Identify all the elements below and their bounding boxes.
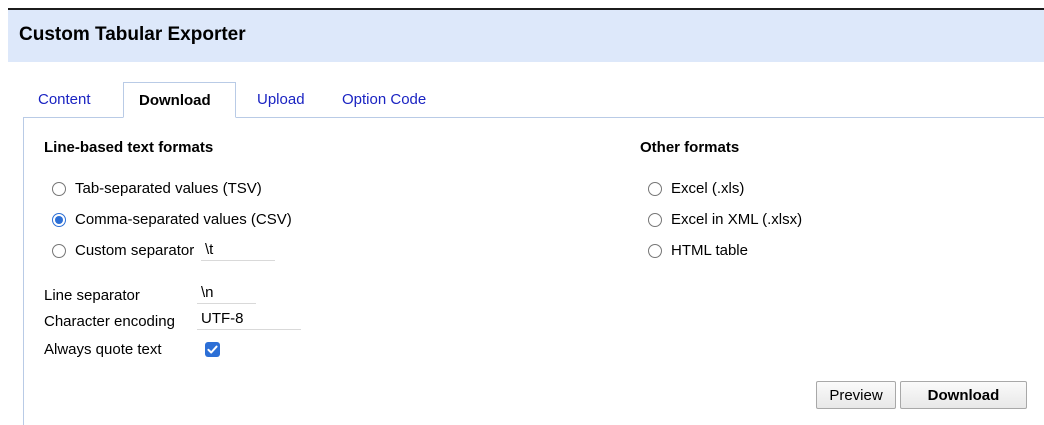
always-quote-checkbox[interactable] xyxy=(205,342,220,357)
line-formats-heading: Line-based text formats xyxy=(44,139,214,156)
dialog-title: Custom Tabular Exporter xyxy=(19,24,246,45)
csv-label: Comma-separated values (CSV) xyxy=(75,211,292,228)
tab-option-code[interactable]: Option Code xyxy=(333,82,453,118)
download-panel xyxy=(23,117,1044,425)
html-table-radio[interactable] xyxy=(648,244,662,258)
csv-radio[interactable] xyxy=(52,213,66,227)
xlsx-radio[interactable] xyxy=(648,213,662,227)
tab-upload[interactable]: Upload xyxy=(236,82,333,118)
tab-content[interactable]: Content xyxy=(23,82,123,118)
checkmark-icon xyxy=(207,345,218,354)
tab-download[interactable]: Download xyxy=(123,82,236,118)
other-formats-heading: Other formats xyxy=(640,139,740,156)
custom-separator-label: Custom separator xyxy=(75,242,195,259)
character-encoding-input[interactable] xyxy=(197,308,301,330)
line-separator-label: Line separator xyxy=(44,287,140,304)
tsv-radio[interactable] xyxy=(52,182,66,196)
line-separator-input[interactable] xyxy=(197,282,256,304)
custom-separator-radio[interactable] xyxy=(52,244,66,258)
xlsx-label: Excel in XML (.xlsx) xyxy=(671,211,803,228)
dialog-header: Custom Tabular Exporter xyxy=(8,8,1044,62)
custom-separator-input[interactable] xyxy=(201,239,275,261)
html-table-label: HTML table xyxy=(671,242,748,259)
character-encoding-label: Character encoding xyxy=(44,313,175,330)
always-quote-label: Always quote text xyxy=(44,341,162,358)
download-button[interactable]: Download xyxy=(900,381,1027,409)
tsv-label: Tab-separated values (TSV) xyxy=(75,180,262,197)
xls-radio[interactable] xyxy=(648,182,662,196)
xls-label: Excel (.xls) xyxy=(671,180,745,197)
preview-button[interactable]: Preview xyxy=(816,381,896,409)
